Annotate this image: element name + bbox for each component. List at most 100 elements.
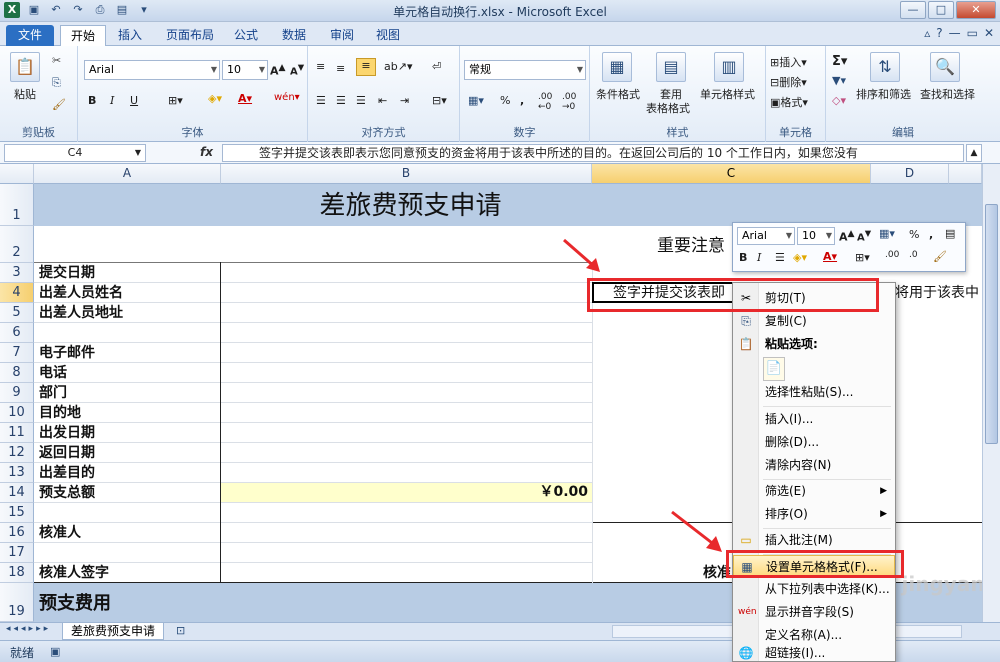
column-header-c[interactable]: C xyxy=(592,164,871,184)
cut-icon[interactable]: ✂ xyxy=(52,54,61,67)
tab-review[interactable]: 审阅 xyxy=(320,25,364,46)
fill-color-icon[interactable]: ◈▾ xyxy=(208,92,222,105)
font-size-combo[interactable]: 10 ▼ xyxy=(222,60,268,80)
find-select-button[interactable]: 查找和选择 xyxy=(920,86,975,102)
align-bottom-icon[interactable]: ≡ xyxy=(356,58,376,76)
tab-file[interactable]: 文件 xyxy=(6,25,55,46)
tab-home[interactable]: 开始 xyxy=(60,25,107,46)
sheet-title[interactable]: 差旅费预支申请 xyxy=(34,184,782,226)
cell-a16[interactable]: 核准人 xyxy=(34,523,220,543)
menu-item-filter[interactable]: 筛选(E) ▶ xyxy=(733,480,895,503)
mini-currency-icon[interactable]: ▦▾ xyxy=(879,227,895,240)
merge-center-icon[interactable]: ⊟▾ xyxy=(432,94,447,107)
macro-record-icon[interactable]: ▣ xyxy=(50,645,60,658)
menu-item-pick-list[interactable]: 从下拉列表中选择(K)... xyxy=(733,578,895,601)
find-select-icon[interactable]: 🔍 xyxy=(930,52,960,82)
mini-format-icon[interactable]: ▤ xyxy=(945,227,955,240)
cell-c2-notice[interactable]: 重要注意 xyxy=(652,226,742,262)
tab-formulas[interactable]: 公式 xyxy=(224,25,268,46)
cell-a18[interactable]: 核准人签字 xyxy=(34,563,220,583)
borders-icon[interactable]: ⊞▾ xyxy=(168,94,183,107)
row-header[interactable]: 12 xyxy=(0,443,34,463)
column-header-e[interactable] xyxy=(949,164,982,184)
close-button[interactable]: ✕ xyxy=(956,1,996,19)
copy-icon[interactable]: ⎘ xyxy=(52,76,61,90)
format-as-table-button-2[interactable]: 表格格式 xyxy=(646,100,690,116)
format-as-table-icon[interactable]: ▤ xyxy=(656,52,686,82)
insert-cells-button[interactable]: ⊞插入▾ xyxy=(770,54,807,70)
format-cells-ribbon-button[interactable]: ▣格式▾ xyxy=(770,94,808,110)
mini-size-combo[interactable]: 10 ▼ xyxy=(797,227,835,245)
percent-icon[interactable]: % xyxy=(500,94,510,107)
row-header[interactable]: 2 xyxy=(0,226,34,263)
row-header[interactable]: 15 xyxy=(0,503,34,523)
italic-icon[interactable]: I xyxy=(110,94,114,107)
mini-comma-icon[interactable]: , xyxy=(929,228,933,241)
menu-item-phonetic[interactable]: wén 显示拼音字段(S) xyxy=(733,601,895,624)
decrease-decimal-icon[interactable]: .00 →0 xyxy=(562,92,576,112)
mini-font-combo[interactable]: Arial ▼ xyxy=(737,227,795,245)
underline-icon[interactable]: U xyxy=(130,94,138,107)
currency-icon[interactable]: ▦▾ xyxy=(468,94,484,107)
format-painter-icon[interactable]: 🖌 xyxy=(52,98,66,111)
tab-insert[interactable]: 插入 xyxy=(108,25,152,46)
number-format-combo[interactable]: 常规 ▼ xyxy=(464,60,586,80)
mini-font-color-icon[interactable]: A▾ xyxy=(823,250,837,263)
cell-a7[interactable]: 电子邮件 xyxy=(34,343,220,363)
cell-d4[interactable]: 将用于该表中 xyxy=(890,283,982,303)
conditional-format-icon[interactable]: ▦ xyxy=(602,52,632,82)
maximize-button[interactable]: □ xyxy=(928,1,954,19)
phonetic-icon[interactable]: wén▾ xyxy=(274,92,300,103)
doc-close-icon[interactable]: ✕ xyxy=(984,26,994,40)
menu-item-hyperlink[interactable]: 🌐 超链接(I)... xyxy=(733,645,895,661)
cell-a19[interactable]: 预支费用 xyxy=(34,583,334,622)
column-header-b[interactable]: B xyxy=(221,164,592,184)
align-right-icon[interactable]: ☰ xyxy=(356,94,366,107)
orientation-icon[interactable]: ab↗▾ xyxy=(384,60,412,73)
row-header[interactable]: 5 xyxy=(0,303,34,323)
grow-font-icon[interactable]: A▲ xyxy=(270,62,286,78)
menu-item-clear[interactable]: 清除内容(N) xyxy=(733,454,895,477)
mini-decrease-decimal-icon[interactable]: .0 xyxy=(909,250,918,260)
align-middle-icon[interactable]: ≡ xyxy=(336,62,345,75)
bold-icon[interactable]: B xyxy=(88,94,96,107)
row-header[interactable]: 7 xyxy=(0,343,34,363)
mini-format-painter-icon[interactable]: 🖌 xyxy=(933,250,947,263)
cell-a3[interactable]: 提交日期 xyxy=(34,263,220,283)
tab-page-layout[interactable]: 页面布局 xyxy=(156,25,224,46)
sort-filter-icon[interactable]: ⇅ xyxy=(870,52,900,82)
paste-icon[interactable]: 📋 xyxy=(10,52,40,82)
decrease-indent-icon[interactable]: ⇤ xyxy=(378,94,387,107)
cell-styles-button[interactable]: 单元格样式 xyxy=(700,86,755,102)
row-header[interactable]: 3 xyxy=(0,263,34,283)
align-center-icon[interactable]: ☰ xyxy=(336,94,346,107)
row-header[interactable]: 9 xyxy=(0,383,34,403)
menu-item-define-name[interactable]: 定义名称(A)... xyxy=(733,624,895,647)
select-all-corner[interactable] xyxy=(0,164,34,184)
mini-grow-font-icon[interactable]: A▲ xyxy=(839,228,855,244)
menu-item-sort[interactable]: 排序(O) ▶ xyxy=(733,503,895,526)
menu-item-paste-special[interactable]: 选择性粘贴(S)... xyxy=(733,381,895,404)
row-header[interactable]: 1 xyxy=(0,184,34,226)
column-header-a[interactable]: A xyxy=(34,164,221,184)
align-left-icon[interactable]: ☰ xyxy=(316,94,326,107)
row-header[interactable]: 10 xyxy=(0,403,34,423)
wrap-text-icon[interactable]: ⏎ xyxy=(432,60,441,73)
row-header[interactable]: 13 xyxy=(0,463,34,483)
name-box[interactable]: C4 ▼ xyxy=(4,144,146,162)
sort-filter-button[interactable]: 排序和筛选 xyxy=(856,86,911,102)
vertical-scrollbar[interactable] xyxy=(982,164,1000,622)
font-name-combo[interactable]: Arial ▼ xyxy=(84,60,220,80)
row-header[interactable]: 8 xyxy=(0,363,34,383)
increase-decimal-icon[interactable]: .00 ←0 xyxy=(538,92,552,112)
tab-data[interactable]: 数据 xyxy=(272,25,316,46)
row-header[interactable]: 11 xyxy=(0,423,34,443)
ribbon-minimize-icon[interactable]: ▵ xyxy=(924,26,930,40)
insert-function-icon[interactable]: fx xyxy=(200,145,213,159)
mini-percent-icon[interactable]: % xyxy=(909,228,919,241)
doc-restore-icon[interactable]: ▭ xyxy=(967,26,978,40)
cell-a14[interactable]: 预支总额 xyxy=(34,483,220,503)
row-header[interactable]: 4 xyxy=(0,283,34,303)
menu-item-insert-comment[interactable]: ▭ 插入批注(M) xyxy=(733,529,895,552)
row-header[interactable]: 17 xyxy=(0,543,34,563)
